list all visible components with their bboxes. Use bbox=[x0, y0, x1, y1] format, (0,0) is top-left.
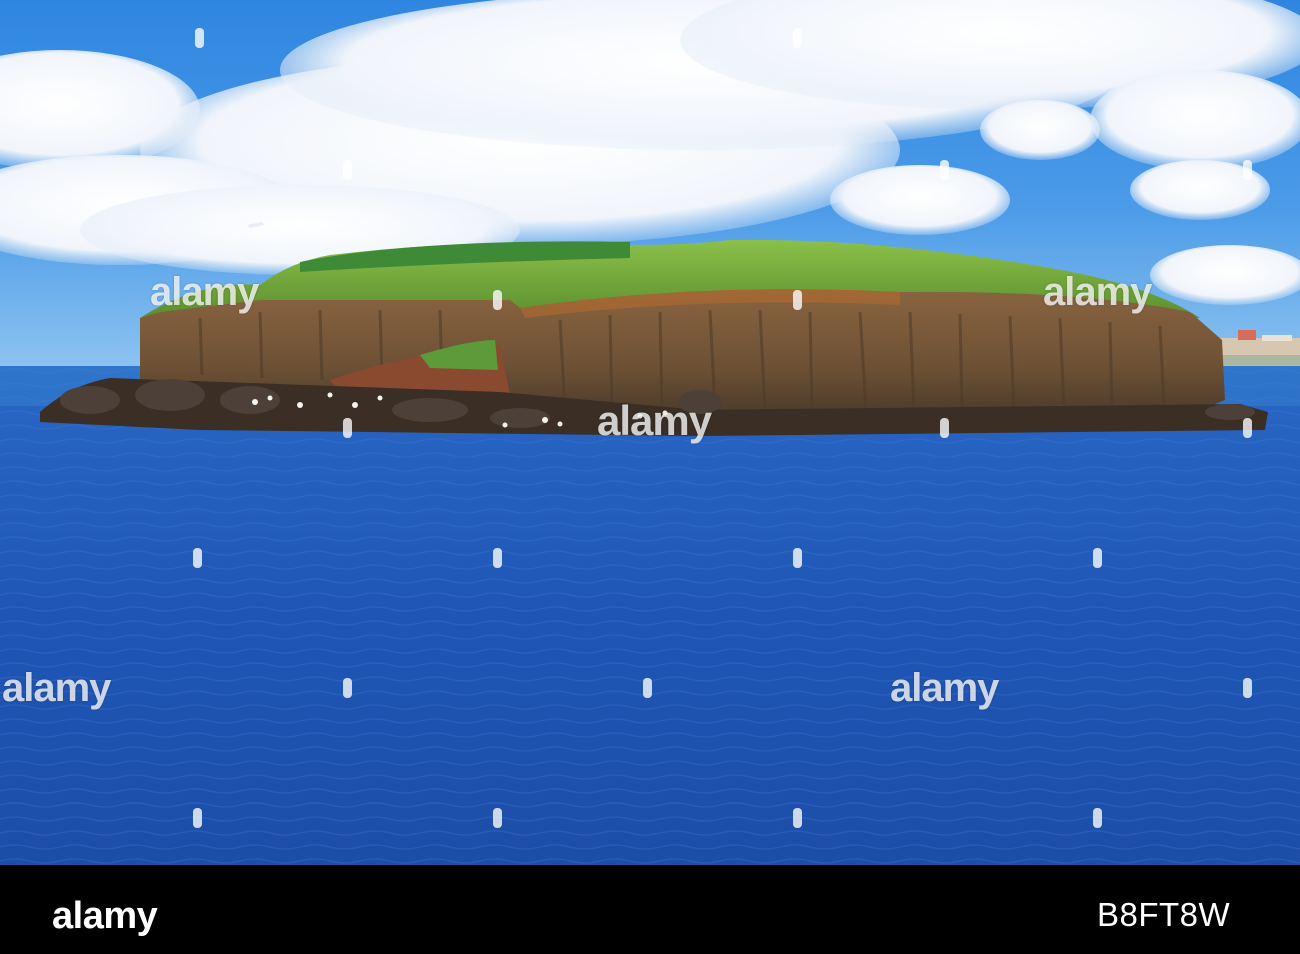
watermark-dot-icon bbox=[343, 160, 352, 180]
watermark-dot-icon bbox=[195, 28, 204, 48]
watermark-dot-icon bbox=[793, 290, 802, 310]
stock-photo: alamy alamy alamy alamy alamy alamy B8FT… bbox=[0, 0, 1300, 954]
watermark-text: alamy bbox=[597, 397, 712, 444]
watermark-dot-icon bbox=[1093, 548, 1102, 568]
watermark-dot-icon bbox=[940, 160, 949, 180]
watermark-dot-icon bbox=[793, 548, 802, 568]
watermark-dot-icon bbox=[493, 808, 502, 828]
watermark-dot-icon bbox=[643, 678, 652, 698]
watermark-dot-icon bbox=[343, 418, 352, 438]
island-seascape-photo: alamy alamy alamy alamy alamy bbox=[0, 0, 1300, 865]
image-id-label: B8FT8W bbox=[1097, 896, 1231, 933]
watermark-dot-icon bbox=[193, 548, 202, 568]
watermark-dot-icon bbox=[1243, 678, 1252, 698]
watermark-dot-icon bbox=[343, 678, 352, 698]
watermark-dot-icon bbox=[940, 418, 949, 438]
watermark-dot-icon bbox=[193, 808, 202, 828]
brand-logo: alamy bbox=[52, 895, 158, 937]
watermark-dot-icon bbox=[793, 808, 802, 828]
watermark-dot-icon bbox=[493, 290, 502, 310]
watermark-text: alamy bbox=[1043, 270, 1152, 314]
watermark-dot-icon bbox=[1093, 808, 1102, 828]
watermark-dot-icon bbox=[493, 548, 502, 568]
watermark-text: alamy bbox=[890, 666, 999, 710]
watermark-dot-icon bbox=[1243, 160, 1252, 180]
watermark-dot-icon bbox=[1243, 418, 1252, 438]
watermark-text: alamy bbox=[150, 270, 259, 314]
watermark-text: alamy bbox=[2, 666, 111, 710]
watermark-dot-icon bbox=[793, 28, 802, 48]
